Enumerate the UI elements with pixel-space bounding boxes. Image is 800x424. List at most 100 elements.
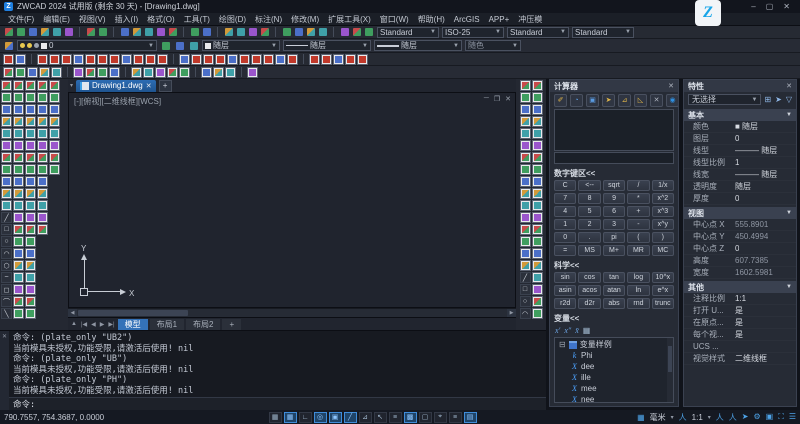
toolbar-icon[interactable]	[13, 104, 24, 115]
toolbar-icon[interactable]	[179, 54, 190, 65]
toolbar-icon[interactable]	[345, 54, 356, 65]
toolbar-icon[interactable]	[49, 152, 60, 163]
toolbar-icon[interactable]	[37, 188, 48, 199]
close-button[interactable]: ✕	[783, 2, 790, 11]
toolbar-icon[interactable]	[520, 152, 531, 163]
toolbar-icon[interactable]	[13, 152, 24, 163]
toolbar-icon[interactable]	[520, 92, 531, 103]
calc-key[interactable]: tan	[603, 272, 625, 283]
toolbar-icon[interactable]	[532, 116, 543, 127]
toolbar-icon[interactable]	[293, 27, 304, 38]
lineweight-dropdown[interactable]: 随层 ▼	[374, 40, 462, 51]
calc-key[interactable]: x^y	[652, 219, 674, 230]
toolbar-icon[interactable]	[13, 296, 24, 307]
toolbar-icon[interactable]	[309, 54, 320, 65]
edit-variable-icon[interactable]: x″	[564, 326, 571, 335]
toolbar-icon[interactable]	[321, 54, 332, 65]
toolbar-icon[interactable]	[179, 67, 190, 78]
toolbar-icon[interactable]	[25, 272, 36, 283]
toolbar-icon[interactable]	[143, 27, 154, 38]
calc-key[interactable]: abs	[603, 298, 625, 309]
toolbar-icon[interactable]	[532, 128, 543, 139]
toolbar-icon[interactable]	[532, 224, 543, 235]
menu-item-12[interactable]: ArcGIS	[454, 15, 480, 24]
toolbar-icon[interactable]	[37, 116, 48, 127]
calc-key[interactable]: r2d	[554, 298, 576, 309]
toolbar-icon[interactable]	[339, 27, 350, 38]
property-section-header[interactable]: 其他▼	[684, 281, 796, 293]
toolbar-icon[interactable]	[520, 188, 531, 199]
doc-close-icon[interactable]: ✕	[505, 95, 511, 103]
toolbar-icon[interactable]	[532, 140, 543, 151]
menu-item-13[interactable]: APP+	[489, 15, 510, 24]
toolbar-icon[interactable]	[215, 54, 226, 65]
toolbar-icon[interactable]	[263, 54, 274, 65]
toolbar-icon[interactable]	[281, 27, 292, 38]
toolbar-icon[interactable]	[532, 236, 543, 247]
toolbar-icon[interactable]: ◻	[1, 284, 12, 295]
units-label[interactable]: 毫米	[650, 412, 666, 423]
status-toggle-selection-cycling[interactable]: ▢	[419, 412, 432, 423]
property-value[interactable]: 555.8901	[735, 220, 768, 229]
toolbar-icon[interactable]	[227, 54, 238, 65]
tab-model[interactable]: 模型	[118, 319, 148, 330]
toolbar-icon[interactable]	[37, 92, 48, 103]
toolbar-icon[interactable]	[49, 80, 60, 91]
delete-variable-icon[interactable]: x̄	[575, 326, 579, 335]
auto-annotation-icon[interactable]: 人	[729, 412, 737, 423]
toolbar-icon[interactable]	[532, 212, 543, 223]
calc-key[interactable]: rnd	[627, 298, 649, 309]
toolbar-icon[interactable]	[73, 67, 84, 78]
toolbar-icon[interactable]	[363, 27, 374, 38]
doc-restore-icon[interactable]: ❐	[494, 95, 500, 103]
variables-section-label[interactable]: 变量<<	[550, 311, 678, 325]
toolbar-icon[interactable]	[25, 92, 36, 103]
calculator-input[interactable]	[554, 152, 674, 164]
status-toggle-isolate-objects[interactable]: ▤	[464, 412, 477, 423]
toolbar-icon[interactable]	[13, 92, 24, 103]
toolbar-icon[interactable]	[201, 67, 212, 78]
tab-layout2[interactable]: 布局2	[186, 319, 220, 330]
workspace-gear-icon[interactable]: ⚙	[753, 412, 760, 423]
toolbar-icon[interactable]	[25, 152, 36, 163]
toolbar-icon[interactable]	[37, 176, 48, 187]
toolbar-icon[interactable]	[520, 248, 531, 259]
toolbar-icon[interactable]	[155, 27, 166, 38]
numpad-section-label[interactable]: 数字键区<<	[550, 166, 678, 180]
menu-item-9[interactable]: 扩展工具(X)	[328, 14, 371, 25]
variable-item[interactable]: kPhi	[555, 350, 673, 361]
calc-key[interactable]: 10^x	[652, 272, 674, 283]
status-toggle-dynamic-input[interactable]: ↖	[374, 412, 387, 423]
annotation-scale-value[interactable]: 1:1	[692, 413, 703, 422]
toolbar-icon[interactable]	[133, 54, 144, 65]
calc-key[interactable]: 9	[603, 193, 625, 204]
property-value[interactable]: 随层	[735, 181, 751, 192]
toolbar-icon[interactable]	[119, 27, 130, 38]
toolbar-icon[interactable]	[520, 236, 531, 247]
toolbar-icon[interactable]	[51, 27, 62, 38]
toolbar-icon[interactable]	[37, 104, 48, 115]
toolbar-icon[interactable]	[25, 236, 36, 247]
toolbar-icon[interactable]	[109, 54, 120, 65]
toolbar-icon[interactable]	[49, 164, 60, 175]
toolbar-icon[interactable]	[191, 54, 202, 65]
toolbar-icon[interactable]	[37, 224, 48, 235]
toolbar-icon[interactable]	[1, 92, 12, 103]
minimize-button[interactable]: –	[751, 2, 755, 11]
toolbar-icon[interactable]	[235, 27, 246, 38]
calc-key[interactable]: 8	[578, 193, 600, 204]
calc-key[interactable]: 6	[603, 206, 625, 217]
toolbar-icon[interactable]	[25, 140, 36, 151]
toolbar-icon[interactable]	[15, 27, 26, 38]
toolbar-icon[interactable]	[13, 188, 24, 199]
toolbar-icon[interactable]	[532, 200, 543, 211]
calculator-grid-icon[interactable]: ▦	[583, 326, 591, 335]
toolbar-icon[interactable]	[532, 284, 543, 295]
calc-key[interactable]: acos	[578, 285, 600, 296]
intersection-icon[interactable]: ✕	[650, 94, 663, 107]
property-value[interactable]: 是	[735, 305, 743, 316]
toolbar-icon[interactable]	[520, 116, 531, 127]
calc-key[interactable]: asin	[554, 285, 576, 296]
chevron-down-icon[interactable]: ▾	[671, 414, 674, 421]
calc-key[interactable]: ln	[627, 285, 649, 296]
